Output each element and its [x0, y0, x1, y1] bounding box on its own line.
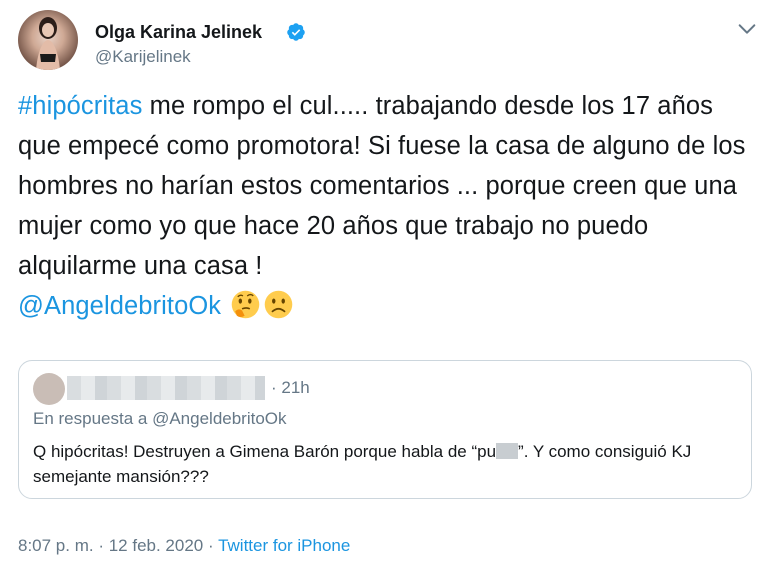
quoted-author-redacted: [67, 376, 265, 400]
quoted-text: Q hipócritas! Destruyen a Gimena Barón p…: [33, 439, 733, 489]
verified-badge-icon: [287, 23, 305, 41]
reply-mention-link[interactable]: @AngeldebritoOk: [152, 409, 286, 428]
quoted-reply-context: En respuesta a @AngeldebritoOk: [33, 409, 287, 429]
quoted-avatar[interactable]: [33, 373, 65, 405]
quoted-time[interactable]: · 21h: [271, 378, 310, 398]
redacted-word: [496, 443, 519, 459]
reply-prefix: En respuesta a: [33, 409, 153, 428]
quoted-text-part1: Q hipócritas! Destruyen a Gimena Barón p…: [33, 442, 497, 461]
chevron-down-icon[interactable]: [736, 18, 758, 40]
tweet-body: me rompo el cul..... trabajando desde lo…: [18, 92, 746, 280]
author-handle[interactable]: @Karijelinek: [95, 47, 191, 67]
meta-separator: ·: [93, 536, 109, 555]
tweet-source-link[interactable]: Twitter for iPhone: [218, 536, 350, 555]
tweet-text: #hipócritas me rompo el cul..... trabaja…: [18, 86, 758, 326]
slightly-frowning-face-emoji: [265, 290, 293, 319]
tweet-header: Olga Karina Jelinek @Karijelinek: [18, 10, 758, 74]
meta-separator: ·: [203, 536, 219, 555]
avatar-photo: [36, 17, 60, 70]
tweet-time[interactable]: 8:07 p. m.: [18, 536, 94, 555]
thinking-face-emoji: [232, 290, 260, 319]
avatar[interactable]: [18, 10, 78, 70]
author-name[interactable]: Olga Karina Jelinek: [95, 22, 262, 43]
mention-link[interactable]: @AngeldebritoOk: [18, 292, 221, 320]
hashtag-link[interactable]: #hipócritas: [18, 92, 142, 120]
quoted-tweet[interactable]: · 21h En respuesta a @AngeldebritoOk Q h…: [18, 360, 752, 499]
tweet-meta: 8:07 p. m. · 12 feb. 2020 · Twitter for …: [18, 536, 350, 556]
tweet-date[interactable]: 12 feb. 2020: [109, 536, 204, 555]
